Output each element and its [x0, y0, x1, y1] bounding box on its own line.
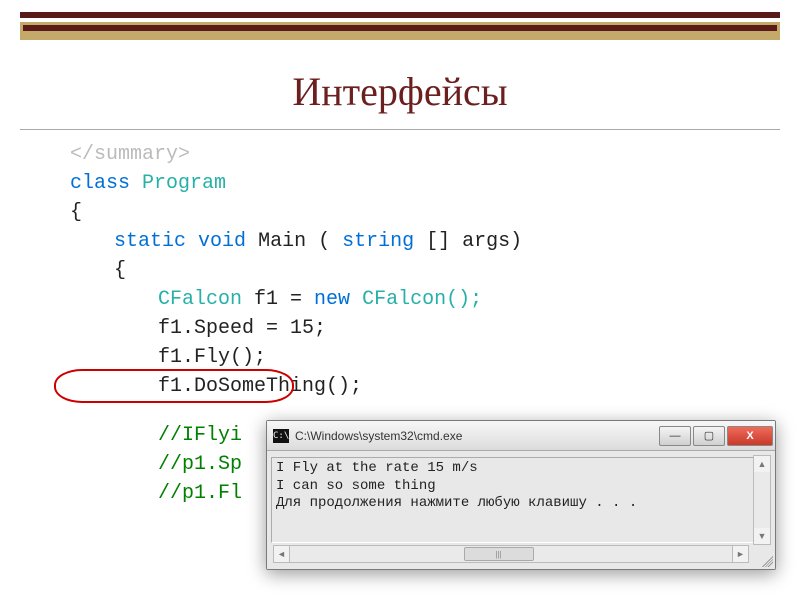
main-args-rest: [] args): [426, 230, 522, 253]
type-cfalcon: CFalcon: [158, 288, 242, 311]
scroll-left-icon[interactable]: ◄: [274, 546, 290, 562]
code-line-speed: f1.Speed = 15;: [70, 314, 800, 343]
code-line-main-sig: static void Main ( string [] args): [70, 227, 800, 256]
kw-void: void: [198, 230, 246, 253]
window-buttons: — ▢ X: [659, 426, 773, 446]
main-args-open: (: [318, 230, 330, 253]
v-scrollbar[interactable]: ▲ ▼: [753, 455, 771, 545]
type-program: Program: [142, 172, 226, 195]
slide-title: Интерфейсы: [0, 68, 800, 115]
main-name: Main: [258, 230, 306, 253]
decor-bar-gold: [20, 22, 780, 40]
scroll-down-icon[interactable]: ▼: [754, 528, 770, 544]
title-container: Интерфейсы: [0, 68, 800, 115]
minimize-button[interactable]: —: [659, 426, 691, 446]
code-line-circled-wrap: f1.DoSomeThing();: [70, 372, 800, 401]
scroll-right-icon[interactable]: ►: [732, 546, 748, 562]
console-window: C:\ C:\Windows\system32\cmd.exe — ▢ X I …: [266, 420, 776, 570]
resize-grip[interactable]: [759, 553, 773, 567]
console-line-3: Для продолжения нажмите любую клавишу . …: [276, 495, 637, 511]
code-line-fly: f1.Fly();: [70, 343, 800, 372]
console-title: C:\Windows\system32\cmd.exe: [295, 429, 659, 443]
console-titlebar[interactable]: C:\ C:\Windows\system32\cmd.exe — ▢ X: [267, 421, 775, 451]
kw-class: class: [70, 172, 130, 195]
code-line-class: class Program: [70, 169, 800, 198]
var-f1-eq: f1 =: [254, 288, 314, 311]
h-scrollbar[interactable]: ◄ ||| ►: [273, 545, 749, 563]
kw-string: string: [342, 230, 414, 253]
code-brace-open: {: [70, 198, 800, 227]
code-brace-open-2: {: [70, 256, 800, 285]
maximize-button[interactable]: ▢: [693, 426, 725, 446]
console-body: I Fly at the rate 15 m/s I can so some t…: [267, 451, 775, 569]
kw-static: static: [114, 230, 186, 253]
console-line-1: I Fly at the rate 15 m/s: [276, 460, 478, 476]
console-output: I Fly at the rate 15 m/s I can so some t…: [271, 457, 771, 543]
spacer: [70, 401, 800, 421]
title-divider: [20, 129, 780, 130]
console-line-2: I can so some thing: [276, 478, 436, 494]
close-button[interactable]: X: [727, 426, 773, 446]
cmd-icon: C:\: [273, 429, 289, 443]
ctor-call: CFalcon();: [362, 288, 482, 311]
decor-bar-top: [20, 12, 780, 18]
code-line-dosomething: f1.DoSomeThing();: [158, 375, 362, 398]
slide-header-bars: [0, 0, 800, 40]
scroll-up-icon[interactable]: ▲: [754, 456, 770, 472]
kw-new: new: [314, 288, 350, 311]
h-scroll-thumb[interactable]: |||: [464, 547, 534, 561]
code-line-new: CFalcon f1 = new CFalcon();: [70, 285, 800, 314]
code-line-summary-close: </summary>: [70, 140, 800, 169]
